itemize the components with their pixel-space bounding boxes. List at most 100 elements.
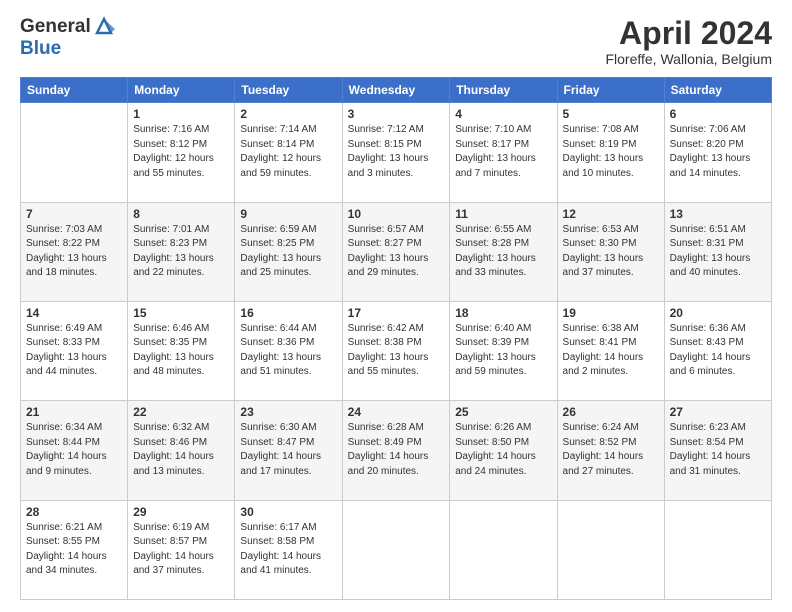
- table-row: 21 Sunrise: 6:34 AMSunset: 8:44 PMDayligh…: [21, 401, 128, 500]
- table-row: 15 Sunrise: 6:46 AMSunset: 8:35 PMDayligh…: [128, 301, 235, 400]
- table-row: 12 Sunrise: 6:53 AMSunset: 8:30 PMDayligh…: [557, 202, 664, 301]
- day-info: Sunrise: 6:19 AMSunset: 8:57 PMDaylight:…: [133, 521, 229, 579]
- day-number: 27: [670, 405, 766, 419]
- table-row: 17 Sunrise: 6:42 AMSunset: 8:38 PMDayligh…: [342, 301, 450, 400]
- day-info: Sunrise: 6:26 AMSunset: 8:50 PMDaylight:…: [455, 421, 551, 479]
- day-number: 25: [455, 405, 551, 419]
- day-info: Sunrise: 7:06 AMSunset: 8:20 PMDaylight:…: [670, 123, 766, 181]
- table-row: 11 Sunrise: 6:55 AMSunset: 8:28 PMDayligh…: [450, 202, 557, 301]
- day-info: Sunrise: 6:40 AMSunset: 8:39 PMDaylight:…: [455, 322, 551, 380]
- table-row: 4Sunrise: 7:10 AMSunset: 8:17 PMDaylight…: [450, 103, 557, 202]
- table-row: 28 Sunrise: 6:21 AMSunset: 8:55 PMDayligh…: [21, 500, 128, 599]
- table-row: 27 Sunrise: 6:23 AMSunset: 8:54 PMDayligh…: [664, 401, 771, 500]
- day-number: 18: [455, 306, 551, 320]
- table-row: 9 Sunrise: 6:59 AMSunset: 8:25 PMDaylight…: [235, 202, 342, 301]
- logo-icon: [93, 15, 115, 37]
- day-number: 7: [26, 207, 122, 221]
- calendar-week-row: 1 Sunrise: 7:16 AMSunset: 8:12 PMDaylight…: [21, 103, 772, 202]
- day-info: Sunrise: 6:17 AMSunset: 8:58 PMDaylight:…: [240, 521, 336, 579]
- table-row: 13Sunrise: 6:51 AMSunset: 8:31 PMDayligh…: [664, 202, 771, 301]
- day-info: Sunrise: 6:55 AMSunset: 8:28 PMDaylight:…: [455, 223, 551, 281]
- table-row: 5 Sunrise: 7:08 AMSunset: 8:19 PMDaylight…: [557, 103, 664, 202]
- table-row: 29 Sunrise: 6:19 AMSunset: 8:57 PMDayligh…: [128, 500, 235, 599]
- day-number: 28: [26, 505, 122, 519]
- logo: General Blue: [20, 16, 115, 60]
- calendar-week-row: 7Sunrise: 7:03 AMSunset: 8:22 PMDaylight…: [21, 202, 772, 301]
- day-info: Sunrise: 6:44 AMSunset: 8:36 PMDaylight:…: [240, 322, 336, 380]
- calendar-header-row: Sunday Monday Tuesday Wednesday Thursday…: [21, 78, 772, 103]
- day-number: 5: [563, 107, 659, 121]
- col-monday: Monday: [128, 78, 235, 103]
- day-info: Sunrise: 7:01 AMSunset: 8:23 PMDaylight:…: [133, 223, 229, 281]
- day-number: 21: [26, 405, 122, 419]
- day-number: 17: [348, 306, 445, 320]
- day-number: 29: [133, 505, 229, 519]
- day-number: 23: [240, 405, 336, 419]
- day-number: 19: [563, 306, 659, 320]
- day-number: 20: [670, 306, 766, 320]
- table-row: 30 Sunrise: 6:17 AMSunset: 8:58 PMDayligh…: [235, 500, 342, 599]
- day-info: Sunrise: 6:23 AMSunset: 8:54 PMDaylight:…: [670, 421, 766, 479]
- subtitle: Floreffe, Wallonia, Belgium: [605, 51, 772, 67]
- table-row: 7Sunrise: 7:03 AMSunset: 8:22 PMDaylight…: [21, 202, 128, 301]
- col-saturday: Saturday: [664, 78, 771, 103]
- table-row: 1 Sunrise: 7:16 AMSunset: 8:12 PMDaylight…: [128, 103, 235, 202]
- table-row: [450, 500, 557, 599]
- table-row: [664, 500, 771, 599]
- day-number: 13: [670, 207, 766, 221]
- day-info: Sunrise: 6:49 AMSunset: 8:33 PMDaylight:…: [26, 322, 122, 380]
- day-number: 1: [133, 107, 229, 121]
- day-number: 15: [133, 306, 229, 320]
- day-info: Sunrise: 6:59 AMSunset: 8:25 PMDaylight:…: [240, 223, 336, 281]
- table-row: 6 Sunrise: 7:06 AMSunset: 8:20 PMDaylight…: [664, 103, 771, 202]
- day-info: Sunrise: 6:24 AMSunset: 8:52 PMDaylight:…: [563, 421, 659, 479]
- table-row: 10Sunrise: 6:57 AMSunset: 8:27 PMDayligh…: [342, 202, 450, 301]
- day-number: 24: [348, 405, 445, 419]
- table-row: 26 Sunrise: 6:24 AMSunset: 8:52 PMDayligh…: [557, 401, 664, 500]
- day-info: Sunrise: 6:21 AMSunset: 8:55 PMDaylight:…: [26, 521, 122, 579]
- table-row: [557, 500, 664, 599]
- table-row: [342, 500, 450, 599]
- header: General Blue April 2024 Floreffe, Wallon…: [20, 16, 772, 67]
- page: General Blue April 2024 Floreffe, Wallon…: [0, 0, 792, 612]
- day-info: Sunrise: 6:46 AMSunset: 8:35 PMDaylight:…: [133, 322, 229, 380]
- day-info: Sunrise: 6:36 AMSunset: 8:43 PMDaylight:…: [670, 322, 766, 380]
- table-row: 19 Sunrise: 6:38 AMSunset: 8:41 PMDayligh…: [557, 301, 664, 400]
- day-number: 12: [563, 207, 659, 221]
- day-info: Sunrise: 6:38 AMSunset: 8:41 PMDaylight:…: [563, 322, 659, 380]
- day-info: Sunrise: 6:34 AMSunset: 8:44 PMDaylight:…: [26, 421, 122, 479]
- main-title: April 2024: [605, 16, 772, 51]
- col-sunday: Sunday: [21, 78, 128, 103]
- table-row: [21, 103, 128, 202]
- title-block: April 2024 Floreffe, Wallonia, Belgium: [605, 16, 772, 67]
- table-row: 20 Sunrise: 6:36 AMSunset: 8:43 PMDayligh…: [664, 301, 771, 400]
- day-number: 9: [240, 207, 336, 221]
- col-tuesday: Tuesday: [235, 78, 342, 103]
- day-number: 6: [670, 107, 766, 121]
- day-number: 30: [240, 505, 336, 519]
- day-number: 26: [563, 405, 659, 419]
- col-thursday: Thursday: [450, 78, 557, 103]
- table-row: 22Sunrise: 6:32 AMSunset: 8:46 PMDayligh…: [128, 401, 235, 500]
- day-number: 14: [26, 306, 122, 320]
- table-row: 16 Sunrise: 6:44 AMSunset: 8:36 PMDayligh…: [235, 301, 342, 400]
- day-info: Sunrise: 6:53 AMSunset: 8:30 PMDaylight:…: [563, 223, 659, 281]
- table-row: 14 Sunrise: 6:49 AMSunset: 8:33 PMDayligh…: [21, 301, 128, 400]
- day-info: Sunrise: 7:08 AMSunset: 8:19 PMDaylight:…: [563, 123, 659, 181]
- table-row: 25 Sunrise: 6:26 AMSunset: 8:50 PMDayligh…: [450, 401, 557, 500]
- day-number: 11: [455, 207, 551, 221]
- day-number: 16: [240, 306, 336, 320]
- logo-blue: Blue: [20, 38, 115, 60]
- col-wednesday: Wednesday: [342, 78, 450, 103]
- day-info: Sunrise: 6:30 AMSunset: 8:47 PMDaylight:…: [240, 421, 336, 479]
- logo-general: General: [20, 16, 91, 38]
- day-info: Sunrise: 6:42 AMSunset: 8:38 PMDaylight:…: [348, 322, 445, 380]
- table-row: 24 Sunrise: 6:28 AMSunset: 8:49 PMDayligh…: [342, 401, 450, 500]
- day-number: 2: [240, 107, 336, 121]
- col-friday: Friday: [557, 78, 664, 103]
- day-info: Sunrise: 7:16 AMSunset: 8:12 PMDaylight:…: [133, 123, 229, 181]
- day-info: Sunrise: 6:28 AMSunset: 8:49 PMDaylight:…: [348, 421, 445, 479]
- calendar-week-row: 21 Sunrise: 6:34 AMSunset: 8:44 PMDayligh…: [21, 401, 772, 500]
- table-row: 8Sunrise: 7:01 AMSunset: 8:23 PMDaylight…: [128, 202, 235, 301]
- day-number: 3: [348, 107, 445, 121]
